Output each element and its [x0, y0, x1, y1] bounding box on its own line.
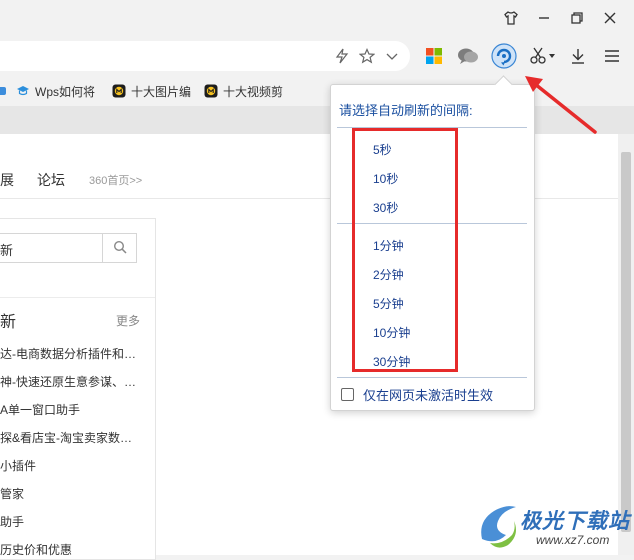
site-logo-icon	[112, 84, 126, 98]
scrollbar[interactable]	[618, 134, 634, 555]
watermark-url: www.xz7.com	[536, 533, 610, 547]
bookmark-item[interactable]: Wps如何将	[16, 82, 96, 100]
red-arrow-annotation	[525, 76, 597, 134]
web-page: 展 论坛 360首页>> 新 新 更多 达-电商数据分析插件和… 神-快速还原生…	[0, 134, 634, 560]
bookmark-item[interactable]: 十大视频剪	[204, 82, 284, 100]
search-value: 新	[0, 243, 14, 258]
bookmark-label: 十大图片编	[131, 84, 192, 99]
lightning-icon[interactable]	[330, 44, 354, 68]
section-title: 新	[0, 314, 17, 331]
list-item[interactable]: 管家	[0, 485, 140, 502]
minimize-icon[interactable]	[531, 6, 557, 30]
inactive-only-checkbox[interactable]	[341, 387, 354, 401]
bookmark-item[interactable]: 十大图片编	[112, 82, 192, 100]
search-button[interactable]	[102, 234, 137, 262]
popup-title: 请选择自动刷新的间隔:	[339, 103, 473, 118]
link-360-home[interactable]: 360首页>>	[89, 172, 142, 188]
checkbox-label: 仅在网页未激活时生效	[363, 387, 494, 403]
bookmark-label: 十大视频剪	[223, 84, 284, 99]
star-icon[interactable]	[355, 44, 379, 68]
scrollbar-thumb[interactable]	[621, 152, 631, 532]
list-item[interactable]: A单一窗口助手	[0, 401, 140, 418]
auto-refresh-icon[interactable]	[491, 43, 517, 69]
scissors-dropdown-icon[interactable]	[545, 44, 559, 68]
search-icon	[113, 240, 127, 257]
graduation-cap-icon	[16, 84, 30, 98]
chevron-down-icon[interactable]	[380, 44, 404, 68]
more-link[interactable]: 更多	[116, 312, 140, 329]
chat-bubbles-icon[interactable]	[456, 44, 480, 68]
list-item[interactable]: 探&看店宝-淘宝卖家数…	[0, 429, 140, 446]
menu-icon[interactable]	[600, 44, 624, 68]
close-icon[interactable]	[597, 6, 623, 30]
site-logo-icon	[204, 84, 218, 98]
title-bar	[0, 0, 634, 36]
download-icon[interactable]	[566, 44, 590, 68]
list-item[interactable]: 助手	[0, 513, 140, 530]
address-bar[interactable]	[0, 41, 410, 71]
inactive-only-option[interactable]: 仅在网页未激活时生效	[341, 386, 494, 403]
apps-grid-icon[interactable]	[422, 44, 446, 68]
extension-card: 新 新 更多 达-电商数据分析插件和… 神-快速还原生意参谋、… A单一窗口助手…	[0, 218, 156, 560]
watermark-title: 极光下载站	[520, 510, 630, 533]
divider	[0, 297, 155, 298]
tab-expand[interactable]: 展	[0, 170, 14, 190]
bookmark-item	[0, 82, 6, 100]
restore-icon[interactable]	[564, 6, 590, 30]
divider	[337, 377, 527, 378]
watermark-logo-icon	[481, 506, 516, 548]
list-item[interactable]: 历史价和优惠	[0, 541, 140, 558]
search-input[interactable]: 新	[0, 233, 137, 263]
shirt-icon[interactable]	[498, 6, 524, 30]
list-item[interactable]: 达-电商数据分析插件和…	[0, 345, 140, 362]
bookmark-fragment-icon	[0, 87, 6, 95]
watermark: 极光下载站 www.xz7.com	[476, 497, 634, 555]
bookmark-label: Wps如何将	[35, 84, 96, 99]
list-item[interactable]: 神-快速还原生意参谋、…	[0, 373, 140, 390]
highlight-box	[352, 128, 458, 372]
tab-forum[interactable]: 论坛	[37, 170, 65, 190]
list-item[interactable]: 小插件	[0, 457, 140, 474]
